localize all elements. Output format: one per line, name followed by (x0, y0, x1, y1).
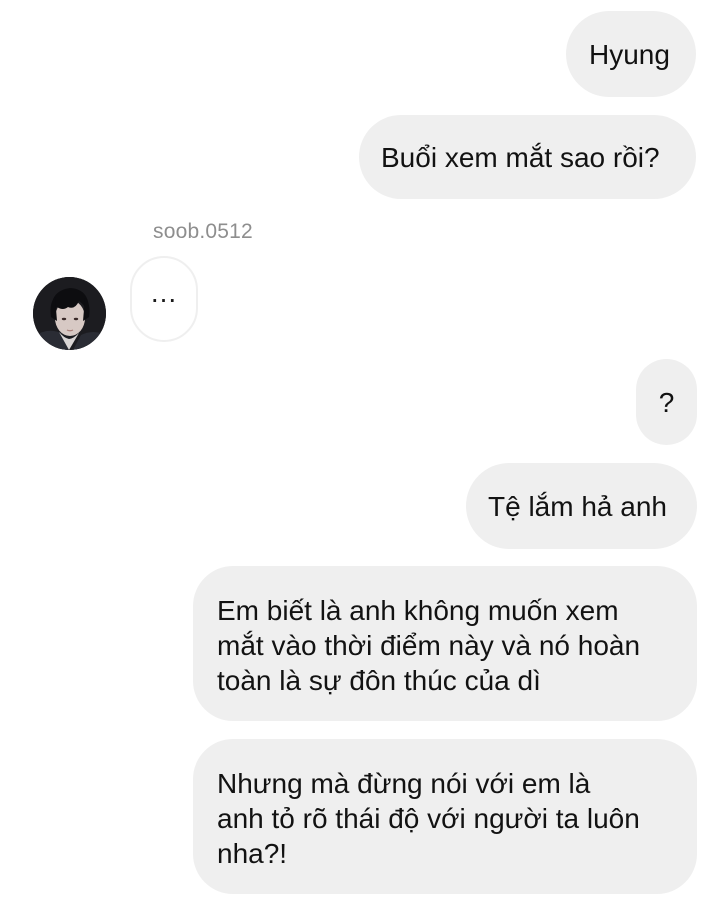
message-text: ... (150, 277, 178, 308)
incoming-message-bubble[interactable]: ... (130, 256, 198, 342)
avatar[interactable] (33, 277, 106, 350)
outgoing-message-bubble[interactable]: ? (636, 359, 697, 445)
profile-photo-icon (33, 277, 106, 350)
message-text: Hyung (589, 38, 670, 70)
message-text: Buổi xem mắt sao rồi? (381, 141, 660, 173)
sender-username: soob.0512 (153, 220, 253, 243)
message-text: Nhưng mà đừng nói với em là anh tỏ rõ th… (217, 768, 640, 869)
outgoing-message-bubble[interactable]: Nhưng mà đừng nói với em là anh tỏ rõ th… (193, 739, 697, 894)
outgoing-message-bubble[interactable]: Em biết là anh không muốn xem mắt vào th… (193, 566, 697, 721)
outgoing-message-bubble[interactable]: Hyung (566, 11, 696, 97)
outgoing-message-bubble[interactable]: Tệ lắm hả anh (466, 463, 697, 549)
outgoing-message-bubble[interactable]: Buổi xem mắt sao rồi? (359, 115, 696, 199)
message-text: Em biết là anh không muốn xem mắt vào th… (217, 595, 641, 696)
message-text: ? (658, 386, 675, 418)
message-text: Tệ lắm hả anh (488, 490, 667, 522)
